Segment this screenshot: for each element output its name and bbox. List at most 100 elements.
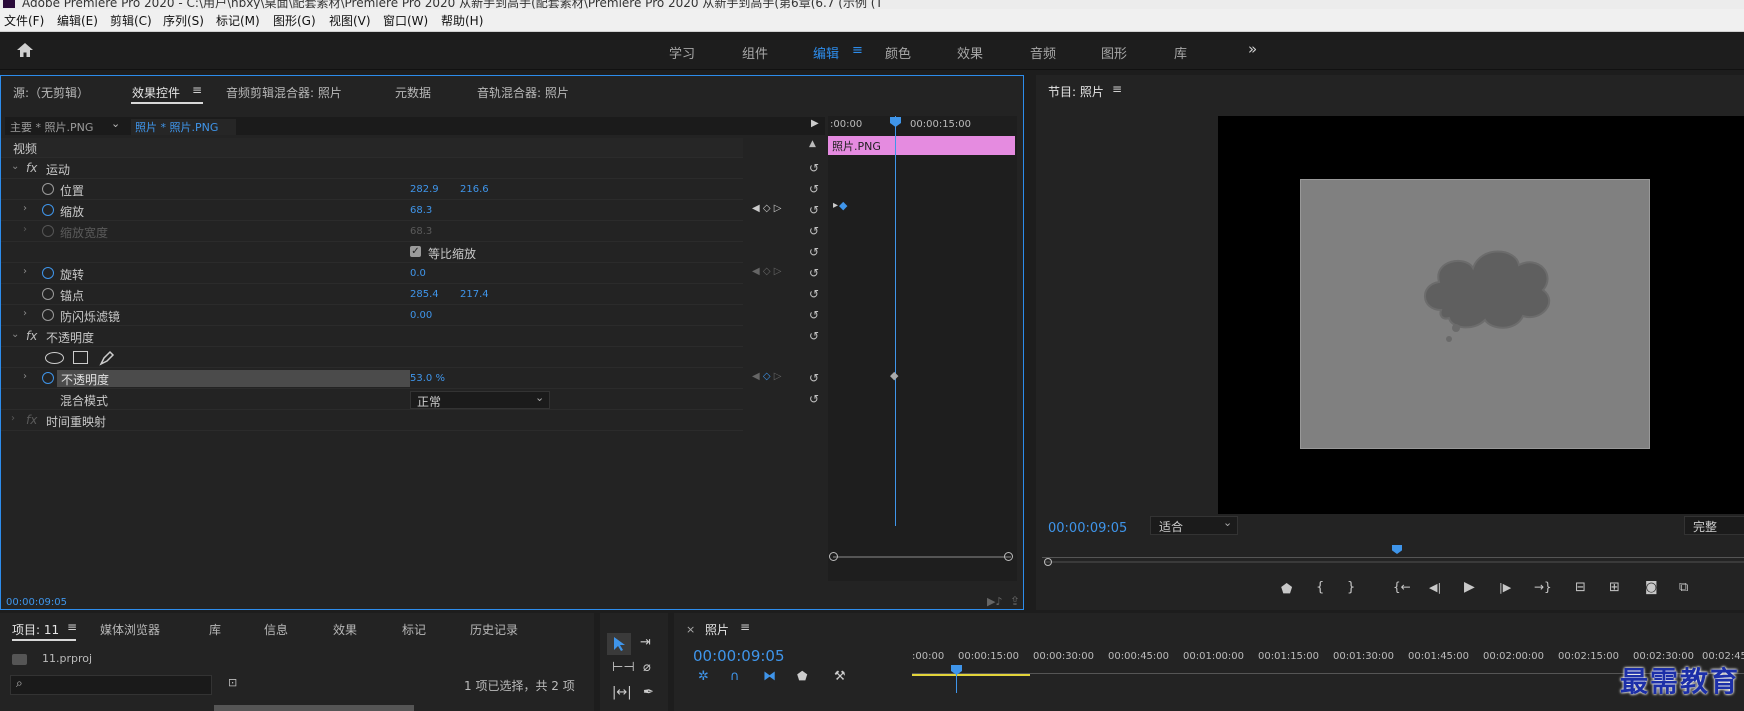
add-marker-icon[interactable]: ⬟ (797, 669, 807, 683)
ripple-edit-tool-icon[interactable]: ⊢⊣ (612, 660, 635, 675)
tab-effects[interactable]: 效果 (333, 621, 357, 638)
workspace-effects[interactable]: 效果 (957, 43, 983, 62)
tab-project[interactable]: 项目: 11 (12, 621, 59, 638)
export-frame-icon[interactable]: ⇪ (1010, 594, 1020, 608)
reset-icon[interactable]: ↺ (807, 330, 821, 343)
position-x-value[interactable]: 282.9 (410, 184, 439, 195)
insert-icon[interactable]: ⊟ (1575, 580, 1586, 595)
reset-icon[interactable]: ↺ (807, 162, 821, 175)
menu-sequence[interactable]: 序列(S) (163, 12, 204, 29)
program-viewer[interactable] (1218, 116, 1744, 514)
nest-icon[interactable]: ✲ (698, 669, 709, 684)
program-monitor-title[interactable]: 节目: 照片 (1048, 83, 1104, 100)
wrench-icon[interactable]: ⚒ (834, 669, 846, 684)
tab-source[interactable]: 源:（无剪辑） (13, 84, 89, 101)
fx-icon[interactable]: fx (26, 161, 37, 175)
menu-window[interactable]: 窗口(W) (383, 12, 428, 29)
workspace-learn[interactable]: 学习 (669, 43, 695, 62)
reset-icon[interactable]: ↺ (807, 225, 821, 238)
quality-select[interactable]: 完整 (1684, 516, 1744, 535)
stopwatch-icon[interactable] (42, 372, 54, 384)
rectangle-mask-icon[interactable] (73, 351, 88, 364)
pen-mask-icon[interactable] (99, 350, 115, 366)
menu-file[interactable]: 文件(F) (4, 12, 44, 29)
active-clip-label[interactable]: 照片 * 照片.PNG (131, 119, 237, 135)
zoom-scrollbar[interactable] (833, 556, 1011, 558)
master-clip-label[interactable]: 主要 * 照片.PNG (10, 119, 93, 135)
menu-edit[interactable]: 编辑(E) (57, 12, 98, 29)
add-marker-icon[interactable]: ⬟ (1281, 582, 1292, 597)
rotation-value[interactable]: 0.0 (410, 268, 426, 279)
keyframe-nav-icons[interactable]: ◀ ◇ ▷ (752, 266, 781, 277)
keyframe-nav-icons[interactable]: ◀ ◇ ▷ (752, 203, 781, 214)
tab-audio-track-mixer[interactable]: 音轨混合器: 照片 (477, 84, 569, 101)
keyframe-diamond-icon[interactable]: ◆ (839, 199, 847, 212)
tab-metadata[interactable]: 元数据 (395, 84, 431, 101)
step-forward-icon[interactable]: |▶ (1499, 581, 1511, 594)
timeline-timecode[interactable]: 00:00:09:05 (693, 647, 785, 665)
panel-menu-icon[interactable]: ≡ (1112, 82, 1122, 96)
keyframe-nav-icons[interactable]: ◀ ◇ ▷ (752, 371, 781, 382)
menu-view[interactable]: 视图(V) (329, 12, 371, 29)
tab-menu-icon[interactable]: ≡ (192, 83, 202, 97)
reset-icon[interactable]: ↺ (807, 183, 821, 196)
clip-bar[interactable]: 照片.PNG (828, 136, 1015, 155)
go-to-in-icon[interactable]: {← (1393, 580, 1411, 594)
workspace-graphics[interactable]: 图形 (1101, 43, 1127, 62)
audio-filter-icon[interactable]: ▶♪ (987, 595, 1002, 608)
mark-out-icon[interactable]: } (1347, 580, 1355, 595)
effect-controls-timecode[interactable]: 00:00:09:05 (6, 597, 67, 608)
panel-menu-icon[interactable]: ≡ (740, 620, 750, 634)
razor-tool-icon[interactable]: ⌀ (643, 660, 651, 675)
tab-media-browser[interactable]: 媒体浏览器 (100, 621, 160, 638)
tab-effect-controls[interactable]: 效果控件 (132, 84, 180, 101)
slip-tool-icon[interactable]: |↔| (612, 685, 632, 700)
timeline-title[interactable]: 照片 (705, 621, 729, 638)
anchor-x-value[interactable]: 285.4 (410, 289, 439, 300)
scroll-up-icon[interactable]: ▲ (809, 139, 816, 149)
step-back-icon[interactable]: ◀| (1429, 581, 1441, 594)
snap-icon[interactable]: ∩ (730, 669, 740, 684)
workspace-audio[interactable]: 音频 (1030, 43, 1056, 62)
close-icon[interactable]: × (686, 623, 695, 636)
ellipse-mask-icon[interactable] (45, 352, 64, 364)
playhead-line[interactable] (895, 116, 896, 526)
expand-chevron-icon[interactable]: › (23, 308, 27, 319)
tab-libraries[interactable]: 库 (209, 621, 221, 638)
work-area-bar[interactable] (912, 674, 1030, 676)
stopwatch-icon[interactable] (42, 204, 54, 216)
zoom-handle-right[interactable] (1004, 552, 1013, 561)
reset-icon[interactable]: ↺ (807, 246, 821, 259)
menu-clip[interactable]: 剪辑(C) (110, 12, 152, 29)
reset-icon[interactable]: ↺ (807, 393, 821, 406)
expand-chevron-icon[interactable]: › (23, 224, 27, 235)
stopwatch-icon[interactable] (42, 309, 54, 321)
reset-icon[interactable]: ↺ (807, 372, 821, 385)
fit-select[interactable]: 适合 ⌄ (1150, 516, 1238, 535)
program-zoom-handle[interactable] (1044, 558, 1052, 566)
workspace-menu-icon[interactable]: ≡ (852, 43, 863, 58)
more-workspaces-icon[interactable]: » (1248, 40, 1257, 58)
camera-icon[interactable]: ◙ (1645, 580, 1658, 595)
playhead-marker[interactable] (890, 117, 901, 127)
project-search-input[interactable]: ⌕ (10, 675, 212, 695)
play-icon[interactable]: ▶ (1464, 579, 1475, 595)
tab-info[interactable]: 信息 (264, 621, 288, 638)
pen-tool-icon[interactable]: ✒ (643, 685, 654, 700)
mark-in-icon[interactable]: { (1316, 580, 1324, 595)
tab-audio-clip-mixer[interactable]: 音频剪辑混合器: 照片 (226, 84, 342, 101)
fx-icon[interactable]: fx (26, 329, 37, 343)
selection-tool-icon[interactable] (613, 636, 627, 652)
menu-marker[interactable]: 标记(M) (216, 12, 260, 29)
workspace-editing[interactable]: 编辑 (813, 43, 839, 62)
expand-chevron-icon[interactable]: › (11, 413, 15, 424)
reset-icon[interactable]: ↺ (807, 288, 821, 301)
track-select-tool-icon[interactable]: ⇥ (640, 635, 651, 650)
menu-help[interactable]: 帮助(H) (441, 12, 483, 29)
reset-icon[interactable]: ↺ (807, 267, 821, 280)
expand-chevron-icon[interactable]: › (23, 203, 27, 214)
workspace-color[interactable]: 颜色 (885, 43, 911, 62)
home-icon[interactable] (16, 42, 34, 58)
workspace-assembly[interactable]: 组件 (742, 43, 768, 62)
overwrite-icon[interactable]: ⊞ (1609, 580, 1620, 595)
